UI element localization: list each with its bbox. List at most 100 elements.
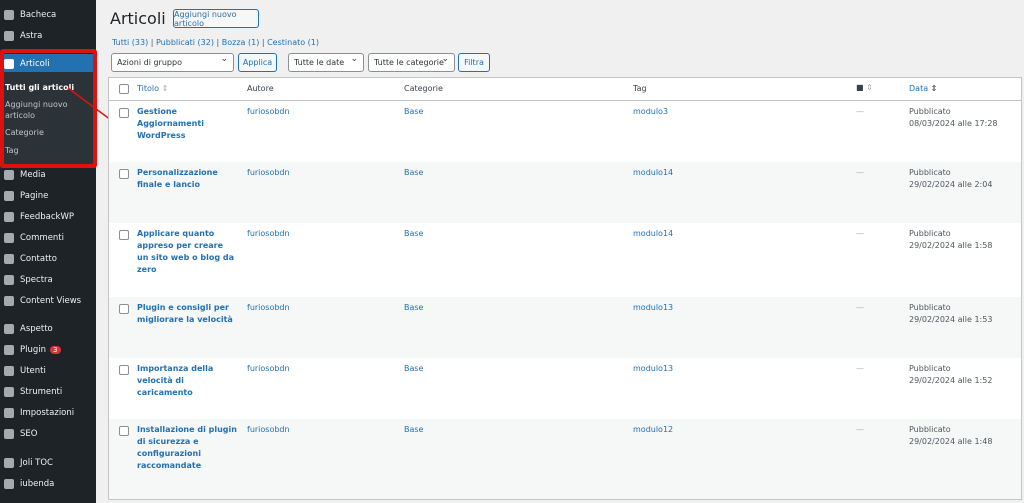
sidebar-item-strumenti[interactable]: Strumenti	[0, 382, 96, 402]
post-title-link[interactable]: Importanza della velocità di caricamento	[137, 363, 237, 399]
sidebar-item-contatto[interactable]: Contatto	[0, 249, 96, 269]
sidebar-item-label: Spectra	[20, 275, 53, 285]
table-row: Importanza della velocità di caricamento…	[109, 358, 1021, 419]
iubenda-icon	[4, 479, 14, 489]
table-header: Titolo ⇕ Autore Categorie Tag ■ ⇕ Data ⇕	[109, 78, 1021, 101]
sidebar-item-spectra[interactable]: Spectra	[0, 270, 96, 290]
sidebar-item-iubenda[interactable]: iubenda	[0, 474, 96, 494]
column-comments[interactable]: ■ ⇕	[856, 82, 873, 94]
tag-link[interactable]: modulo12	[633, 424, 673, 436]
sidebar-item-joli-toc[interactable]: Joli TOC	[0, 453, 96, 473]
select-all-checkbox[interactable]	[119, 84, 129, 94]
column-tag: Tag	[633, 84, 647, 93]
filter-button[interactable]: Filtra	[458, 53, 490, 72]
author-link[interactable]: furiosobdn	[247, 424, 290, 436]
view-trash[interactable]: Cestinato (1)	[267, 38, 319, 47]
page-title: Articoli	[110, 9, 166, 28]
posts-table: Titolo ⇕ Autore Categorie Tag ■ ⇕ Data ⇕…	[108, 77, 1022, 500]
post-status: Pubblicato	[909, 425, 951, 434]
sidebar-item-label: Utenti	[20, 366, 46, 376]
comment-count: —	[856, 425, 864, 434]
column-date[interactable]: Data ⇕	[909, 83, 937, 95]
sidebar-item-commenti[interactable]: Commenti	[0, 228, 96, 248]
brush-icon	[4, 324, 14, 334]
category-link[interactable]: Base	[404, 167, 423, 179]
post-title-link[interactable]: Applicare quanto appreso per creare un s…	[137, 228, 237, 276]
sidebar-item-feedbackwp[interactable]: FeedbackWP	[0, 207, 96, 227]
thumbs-up-icon	[4, 212, 14, 222]
post-status: Pubblicato	[909, 168, 951, 177]
row-checkbox[interactable]	[119, 108, 129, 118]
wrench-icon	[4, 387, 14, 397]
post-date: 29/02/2024 alle 2:04	[909, 180, 993, 189]
post-title-link[interactable]: Gestione Aggiornamenti WordPress	[137, 106, 237, 142]
sidebar-item-label: Joli TOC	[20, 458, 53, 468]
category-link[interactable]: Base	[404, 424, 423, 436]
author-link[interactable]: furiosobdn	[247, 302, 290, 314]
sidebar-item-content-views[interactable]: Content Views	[0, 291, 96, 311]
sidebar-item-label: Aspetto	[20, 324, 53, 334]
view-published[interactable]: Pubblicati (32)	[156, 38, 214, 47]
bulk-actions-select[interactable]: Azioni di gruppo	[111, 53, 234, 72]
table-row: Gestione Aggiornamenti WordPress furioso…	[109, 101, 1021, 162]
view-draft[interactable]: Bozza (1)	[222, 38, 260, 47]
row-checkbox[interactable]	[119, 426, 129, 436]
tag-link[interactable]: modulo13	[633, 363, 673, 375]
sort-desc-icon: ⇕	[930, 84, 938, 93]
row-checkbox[interactable]	[119, 169, 129, 179]
mail-icon	[4, 254, 14, 264]
post-date: 29/02/2024 alle 1:53	[909, 315, 993, 324]
post-date: 29/02/2024 alle 1:52	[909, 376, 993, 385]
row-checkbox[interactable]	[119, 304, 129, 314]
spectra-icon	[4, 275, 14, 285]
sidebar-item-label: Strumenti	[20, 387, 63, 397]
post-status: Pubblicato	[909, 229, 951, 238]
tag-link[interactable]: modulo13	[633, 302, 673, 314]
table-row: Plugin e consigli per migliorare la velo…	[109, 297, 1021, 358]
post-status: Pubblicato	[909, 364, 951, 373]
sidebar-item-label: iubenda	[20, 479, 55, 489]
table-row: Installazione di plugin di sicurezza e c…	[109, 419, 1021, 499]
row-checkbox[interactable]	[119, 365, 129, 375]
sidebar-item-seo[interactable]: SEO	[0, 424, 96, 444]
apply-button[interactable]: Applica	[238, 53, 277, 72]
category-link[interactable]: Base	[404, 228, 423, 240]
category-link[interactable]: Base	[404, 363, 423, 375]
sidebar-item-aspetto[interactable]: Aspetto	[0, 319, 96, 339]
sidebar-item-utenti[interactable]: Utenti	[0, 361, 96, 381]
category-filter-select[interactable]: Tutte le categorie	[368, 53, 455, 72]
post-status: Pubblicato	[909, 303, 951, 312]
author-link[interactable]: furiosobdn	[247, 228, 290, 240]
comment-count: —	[856, 107, 864, 116]
post-title-link[interactable]: Personalizzazione finale e lancio	[137, 167, 237, 191]
post-date: 08/03/2024 alle 17:28	[909, 119, 998, 128]
author-link[interactable]: furiosobdn	[247, 167, 290, 179]
settings-icon	[4, 408, 14, 418]
column-title[interactable]: Titolo ⇕	[137, 83, 168, 95]
sidebar-item-impostazioni[interactable]: Impostazioni	[0, 403, 96, 423]
post-title-link[interactable]: Plugin e consigli per migliorare la velo…	[137, 302, 237, 326]
tag-link[interactable]: modulo14	[633, 228, 673, 240]
view-all[interactable]: Tutti (33)	[112, 38, 148, 47]
plugin-icon	[4, 345, 14, 355]
category-link[interactable]: Base	[404, 106, 423, 118]
post-status: Pubblicato	[909, 107, 951, 116]
sidebar-item-plugin[interactable]: Plugin 3	[0, 340, 96, 360]
post-title-link[interactable]: Installazione di plugin di sicurezza e c…	[137, 424, 237, 472]
tag-link[interactable]: modulo14	[633, 167, 673, 179]
row-checkbox[interactable]	[119, 230, 129, 240]
category-link[interactable]: Base	[404, 302, 423, 314]
column-categories: Categorie	[404, 84, 443, 93]
sidebar-item-label: Plugin	[20, 345, 47, 355]
sidebar-item-label: SEO	[20, 429, 38, 439]
author-link[interactable]: furiosobdn	[247, 363, 290, 375]
comment-count: —	[856, 303, 864, 312]
comment-count: —	[856, 229, 864, 238]
date-filter-select[interactable]: Tutte le date	[288, 53, 364, 72]
comment-bubble-icon: ■	[856, 83, 864, 92]
tag-link[interactable]: modulo3	[633, 106, 668, 118]
author-link[interactable]: furiosobdn	[247, 106, 290, 118]
seo-icon	[4, 429, 14, 439]
add-new-post-button[interactable]: Aggiungi nuovo articolo	[173, 9, 259, 28]
grid-icon	[4, 296, 14, 306]
